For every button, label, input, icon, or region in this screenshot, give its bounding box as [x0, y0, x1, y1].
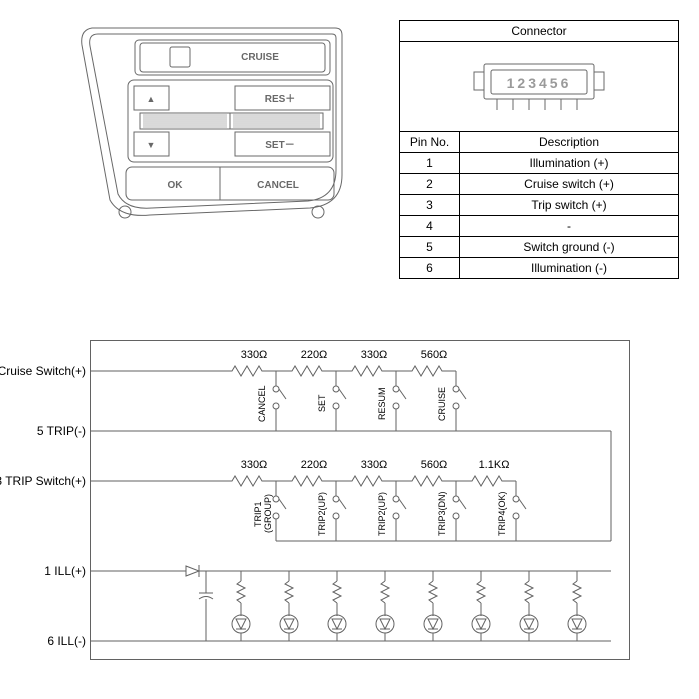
switch-label: SET	[317, 381, 327, 426]
switch-label: CRUISE	[437, 381, 447, 426]
resistor-value: 560Ω	[406, 459, 462, 471]
label-pin5: 5 TRIP(-)	[0, 424, 86, 438]
table-row: 1Illumination (+)	[400, 153, 679, 174]
switch-label: RESUM	[377, 381, 387, 426]
label-pin6: 6 ILL(-)	[0, 634, 86, 648]
connector-table: Connector 123456 Pin No. Description	[399, 20, 679, 279]
connector-title: Connector	[400, 21, 679, 42]
resistor-value: 220Ω	[286, 459, 342, 471]
resistor-value: 330Ω	[226, 459, 282, 471]
svg-text:▼: ▼	[147, 140, 156, 150]
resistor-value: 1.1KΩ	[466, 459, 522, 471]
connector-image-cell: 123456	[400, 42, 679, 132]
table-row: 2Cruise switch (+)	[400, 174, 679, 195]
pin-header: Pin No.	[400, 132, 460, 153]
svg-text:▲: ▲	[147, 94, 156, 104]
ok-button-label: OK	[168, 180, 184, 191]
table-row: 4-	[400, 216, 679, 237]
res-button-label: RES＋	[265, 93, 296, 105]
table-row: 5Switch ground (-)	[400, 237, 679, 258]
switch-label: TRIP3(DN)	[437, 489, 447, 539]
switch-label: TRIP1 (GROUP)	[253, 489, 273, 539]
cancel-button-label: CANCEL	[257, 180, 299, 191]
resistor-value: 330Ω	[346, 459, 402, 471]
resistor-value: 330Ω	[226, 349, 282, 361]
resistor-value: 560Ω	[406, 349, 462, 361]
resistor-value: 220Ω	[286, 349, 342, 361]
cruise-button-label: CRUISE	[241, 52, 279, 63]
desc-header: Description	[460, 132, 679, 153]
label-pin1: 1 ILL(+)	[0, 564, 86, 578]
switch-label: TRIP4(OK)	[497, 489, 507, 539]
switch-label: TRIP2(UP)	[377, 489, 387, 539]
connector-pins-legend: 123456	[507, 75, 572, 91]
table-row: 6Illumination (-)	[400, 258, 679, 279]
set-button-label: SET－	[265, 140, 294, 151]
switch-label: CANCEL	[257, 381, 267, 426]
table-row: 3Trip switch (+)	[400, 195, 679, 216]
schematic-diagram: 2 Cruise Switch(+) 5 TRIP(-) 3 TRIP Swit…	[90, 340, 630, 660]
connector-panel: Connector 123456 Pin No. Description	[399, 20, 679, 279]
steering-switch-drawing: CRUISE ▲ RES＋ ▼ SET－ OK CANCEL	[80, 20, 350, 230]
switch-outline-svg: CRUISE ▲ RES＋ ▼ SET－ OK CANCEL	[80, 20, 350, 230]
switch-label: TRIP2(UP)	[317, 489, 327, 539]
label-pin2: 2 Cruise Switch(+)	[0, 364, 86, 378]
label-pin3: 3 TRIP Switch(+)	[0, 474, 86, 488]
resistor-value: 330Ω	[346, 349, 402, 361]
